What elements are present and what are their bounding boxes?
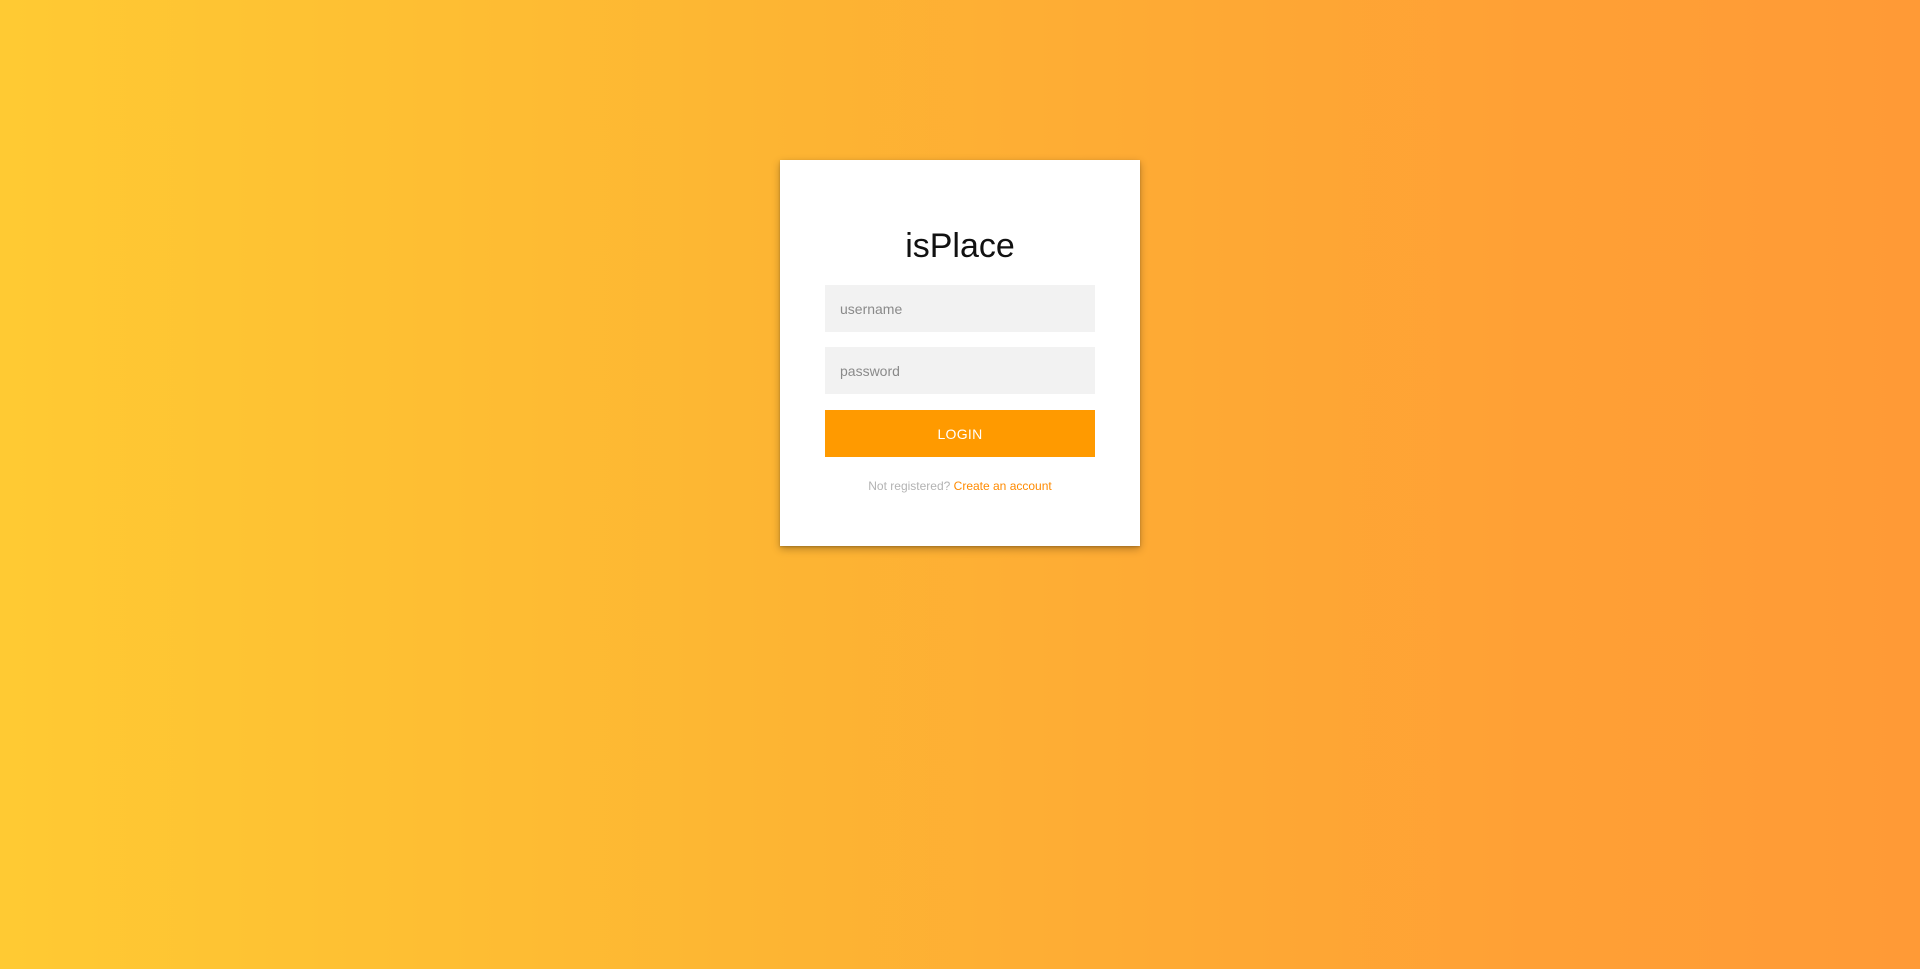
app-title: isPlace — [905, 227, 1015, 265]
create-account-link[interactable]: Create an account — [954, 479, 1052, 493]
password-input[interactable] — [825, 347, 1095, 394]
register-prompt: Not registered? Create an account — [780, 478, 1140, 494]
login-button[interactable]: LOGIN — [825, 410, 1095, 457]
not-registered-text: Not registered? — [868, 479, 951, 493]
username-input[interactable] — [825, 285, 1095, 332]
login-card: isPlace LOGIN Not registered? Create an … — [780, 160, 1140, 546]
